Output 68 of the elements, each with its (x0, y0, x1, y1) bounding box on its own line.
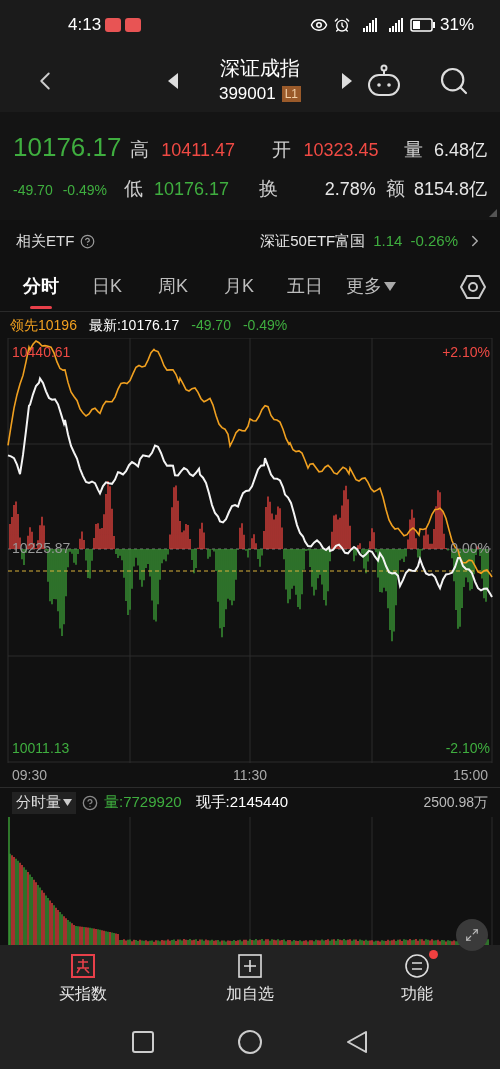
dropdown-icon (384, 281, 396, 292)
last-price: 10176.17 (13, 131, 123, 165)
volume-max-label: 2500.98万 (423, 793, 488, 812)
field-label: 额 (385, 177, 406, 202)
battery-level: 31% (439, 14, 474, 37)
next-button[interactable] (342, 73, 352, 89)
corner-triangle-icon (489, 209, 497, 217)
alarm-icon (333, 17, 350, 33)
help-icon[interactable] (80, 233, 96, 249)
field-value: 10323.45 (303, 139, 380, 163)
expand-icon (465, 928, 479, 942)
field-label: 开 (271, 138, 292, 163)
time-label: 09:30 (12, 765, 48, 785)
lead-value: 领先10196 (10, 315, 77, 335)
etf-label: 相关ETF (16, 230, 75, 251)
current-hand-value: 现手:2145440 (195, 792, 289, 813)
index-name: 深证成指 (220, 56, 300, 82)
axis-label: -2.10% (445, 739, 490, 758)
level-tag: L1 (281, 86, 302, 102)
etf-link[interactable]: 深证50ETF富国 1.14 -0.26% (260, 229, 484, 253)
eye-icon (309, 16, 328, 34)
chart-tab[interactable]: 更多 (338, 262, 404, 311)
field-label: 高 (129, 138, 150, 163)
dropdown-icon (63, 799, 72, 806)
expand-button[interactable] (456, 919, 488, 951)
bottom-nav-item[interactable]: 功能 (333, 954, 500, 1006)
previous-button[interactable] (168, 73, 178, 89)
menu-icon (404, 954, 429, 978)
back-nav-button[interactable] (346, 1030, 368, 1054)
bottom-nav-item[interactable]: 买指数 (0, 954, 167, 1006)
volume-selector[interactable]: 分时量 (12, 791, 76, 814)
axis-label: +2.10% (442, 343, 490, 362)
field-value: 8154.8亿 (413, 178, 487, 202)
app-notification-icon (125, 18, 142, 32)
time-label: 15:00 (452, 765, 488, 785)
status-time: 4:13 (68, 14, 102, 37)
index-code: 399001 (218, 83, 276, 106)
robot-button[interactable] (366, 64, 402, 98)
latest-price: 最新:10176.17 (88, 315, 180, 335)
price-change: -49.70 (13, 181, 53, 201)
field-value: 10411.47 (161, 139, 236, 163)
change-percent: -0.49% (242, 315, 288, 335)
chart-tab[interactable]: 日K (74, 262, 140, 311)
chart-tab[interactable]: 周K (140, 262, 206, 311)
help-icon[interactable] (82, 794, 98, 811)
search-button[interactable] (438, 65, 470, 97)
home-button[interactable] (238, 1030, 262, 1054)
buy-icon (71, 954, 96, 978)
bottom-nav-item[interactable]: 加自选 (166, 954, 334, 1006)
app-notification-icon (105, 18, 122, 32)
field-label: 量 (404, 138, 425, 163)
axis-label: 10011.13 (12, 739, 70, 758)
field-value: 2.78% (323, 178, 377, 202)
chart-tab[interactable]: 五日 (272, 262, 338, 311)
battery-icon (409, 18, 436, 32)
time-label: 11:30 (233, 765, 267, 785)
settings-button[interactable] (460, 273, 486, 300)
volume-value: 量:7729920 (104, 792, 182, 813)
add-icon (238, 954, 262, 978)
field-label: 低 (123, 177, 144, 202)
field-value: 10176.17 (153, 178, 231, 202)
price-change-percent: -0.49% (62, 181, 108, 201)
chart-tab[interactable]: 分时 (8, 262, 74, 311)
field-label: 换 (259, 177, 280, 202)
recent-apps-button[interactable] (132, 1031, 154, 1053)
chart-tab[interactable]: 月K (206, 262, 272, 311)
field-value: 6.48亿 (433, 139, 487, 163)
change-value: -49.70 (191, 315, 231, 335)
